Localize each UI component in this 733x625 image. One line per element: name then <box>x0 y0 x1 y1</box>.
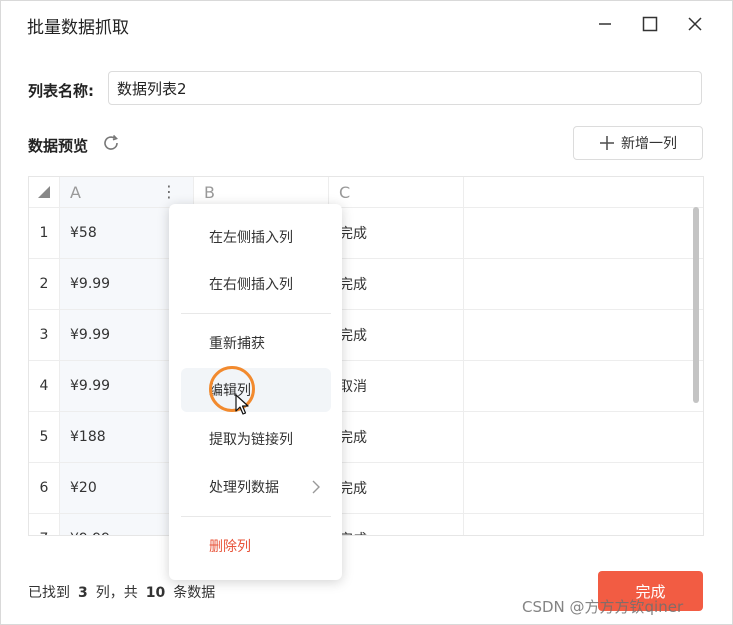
column-header-label: B <box>204 182 215 202</box>
cell-c[interactable]: 完成 <box>329 514 464 535</box>
row-index: 6 <box>29 463 60 514</box>
chevron-right-icon <box>312 480 320 494</box>
plus-icon <box>600 136 614 150</box>
maximize-icon[interactable] <box>637 11 663 37</box>
row-index: 5 <box>29 412 60 463</box>
refresh-icon[interactable] <box>101 133 121 153</box>
row-index: 1 <box>29 208 60 259</box>
cell-empty <box>464 259 703 310</box>
title-bar: 批量数据抓取 <box>1 1 732 47</box>
list-name-label: 列表名称: <box>28 82 94 100</box>
summary-row-unit: 条数据 <box>173 585 216 601</box>
menu-item-insert-left[interactable]: 在左侧插入列 <box>181 215 331 259</box>
column-header-c[interactable]: C <box>329 177 464 208</box>
list-name-input[interactable] <box>108 71 702 105</box>
dialog-title: 批量数据抓取 <box>27 18 129 38</box>
menu-item-process-data[interactable]: 处理列数据 <box>181 465 331 509</box>
cell-empty <box>464 361 703 412</box>
add-column-label: 新增一列 <box>621 136 677 152</box>
cell-c[interactable]: 取消 <box>329 361 464 412</box>
menu-item-label: 处理列数据 <box>209 480 279 496</box>
row-index: 3 <box>29 310 60 361</box>
data-grid: A ⋮ B C 1 ¥58 完成 2 ¥9.99 完成 3 ¥9.99 完成 4… <box>28 176 704 536</box>
row-index: 2 <box>29 259 60 310</box>
cell-empty <box>464 463 703 514</box>
row-index: 4 <box>29 361 60 412</box>
select-all-corner[interactable] <box>29 177 60 208</box>
minimize-icon[interactable] <box>592 11 618 37</box>
cell-c[interactable]: 完成 <box>329 463 464 514</box>
mouse-pointer-icon <box>235 394 249 415</box>
batch-scrape-dialog: 批量数据抓取 列表名称: 数据预览 新增一列 A ⋮ B C <box>0 0 733 625</box>
close-icon[interactable] <box>682 11 708 37</box>
cell-c[interactable]: 完成 <box>329 208 464 259</box>
row-count: 10 <box>145 585 166 601</box>
add-column-button[interactable]: 新增一列 <box>573 126 703 160</box>
summary-prefix: 已找到 <box>28 585 70 601</box>
menu-item-extract-link[interactable]: 提取为链接列 <box>181 417 331 461</box>
cell-c[interactable]: 完成 <box>329 412 464 463</box>
cell-empty <box>464 208 703 259</box>
vertical-scrollbar[interactable] <box>693 207 699 403</box>
cell-empty <box>464 310 703 361</box>
menu-item-recapture[interactable]: 重新捕获 <box>181 321 331 365</box>
column-header-empty <box>464 177 703 208</box>
menu-divider <box>181 313 331 314</box>
menu-item-edit-column[interactable]: 编辑列 <box>181 368 331 412</box>
cell-c[interactable]: 完成 <box>329 310 464 361</box>
column-menu-icon[interactable]: ⋮ <box>161 184 177 200</box>
corner-triangle-icon <box>38 186 50 198</box>
menu-divider <box>181 516 331 517</box>
data-preview-label: 数据预览 <box>28 137 89 155</box>
menu-item-delete-column[interactable]: 删除列 <box>181 524 331 568</box>
menu-item-insert-right[interactable]: 在右侧插入列 <box>181 262 331 306</box>
cell-c[interactable]: 完成 <box>329 259 464 310</box>
column-header-label: A <box>70 182 81 202</box>
summary-column-unit: 列，共 <box>95 585 138 601</box>
column-context-menu: 在左侧插入列 在右侧插入列 重新捕获 编辑列 提取为链接列 处理列数据 删除列 <box>169 204 342 580</box>
result-summary: 已找到 3 列，共 10 条数据 <box>28 582 215 602</box>
cell-empty <box>464 514 703 535</box>
column-header-label: C <box>339 182 351 202</box>
cell-empty <box>464 412 703 463</box>
row-index: 7 <box>29 514 60 535</box>
column-count: 3 <box>78 585 88 601</box>
csdn-watermark: CSDN @方方方钦qiner <box>522 598 684 616</box>
